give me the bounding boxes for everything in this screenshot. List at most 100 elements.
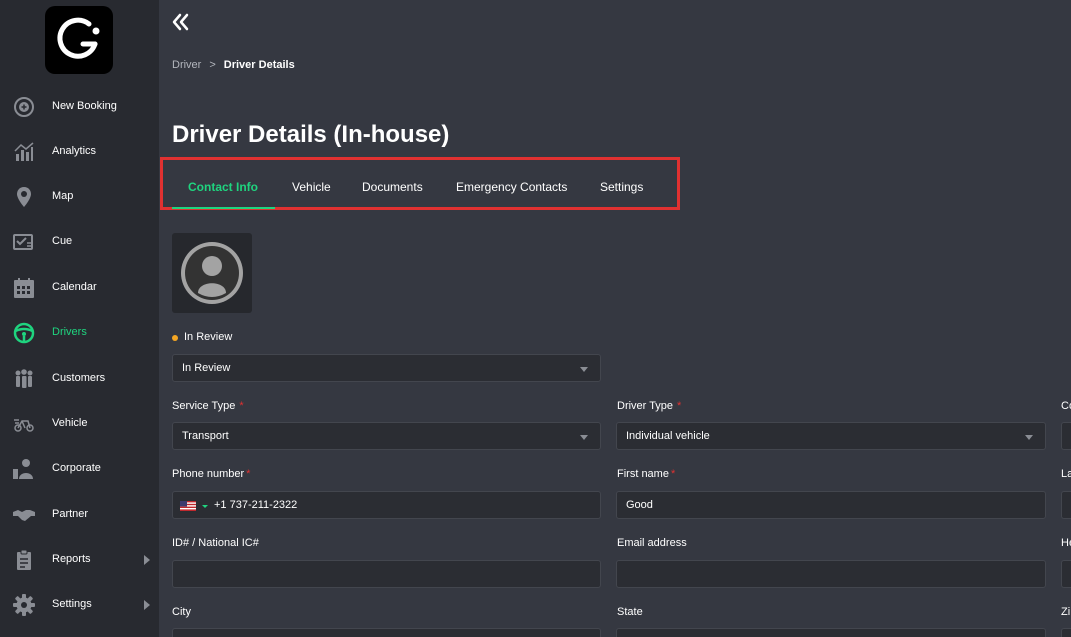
sidebar-item-drivers[interactable]: Drivers	[0, 313, 159, 353]
first-name-value: Good	[626, 499, 653, 511]
phone-value: +1 737-211-2322	[214, 499, 298, 511]
sidebar-item-label: Vehicle	[52, 417, 88, 429]
calendar-icon	[14, 278, 34, 298]
phone-label-text: Phone number	[172, 468, 245, 480]
status-label: In Review	[184, 331, 233, 343]
breadcrumb-separator: >	[209, 59, 216, 71]
col3-row1-label: Co	[1061, 400, 1071, 412]
col3-row2-input[interactable]	[1061, 491, 1071, 519]
avatar[interactable]	[172, 233, 252, 313]
sidebar-item-new-booking[interactable]: New Booking	[0, 87, 159, 127]
sidebar-item-calendar[interactable]: Calendar	[0, 268, 159, 308]
main-content: Driver > Driver Details Driver Details (In…	[159, 0, 1071, 637]
steering-wheel-icon	[13, 322, 35, 344]
sidebar-item-map[interactable]: Map	[0, 177, 159, 217]
col3-row3-label: He	[1061, 537, 1071, 549]
driver-type-label-text: Driver Type	[617, 400, 674, 412]
sidebar-item-label: Calendar	[52, 281, 97, 293]
required-asterisk: *	[239, 400, 244, 412]
sidebar-item-corporate[interactable]: Corporate	[0, 449, 159, 489]
state-input[interactable]	[616, 628, 1046, 637]
sidebar-item-label: Map	[52, 190, 74, 202]
app-logo[interactable]	[45, 6, 113, 74]
map-pin-icon	[17, 187, 31, 207]
sidebar-item-label: Customers	[52, 372, 106, 384]
tab-emergency-contacts[interactable]: Emergency Contacts	[456, 180, 567, 194]
email-label: Email address	[617, 537, 687, 549]
page-title: Driver Details (In-house)	[172, 121, 450, 148]
city-label: City	[172, 606, 191, 618]
sidebar-item-settings[interactable]: Settings	[0, 585, 159, 625]
breadcrumb-driver-link[interactable]: Driver	[172, 59, 201, 71]
sidebar-item-customers[interactable]: Customers	[0, 359, 159, 399]
email-input[interactable]	[616, 560, 1046, 588]
customers-icon	[15, 369, 33, 388]
city-input[interactable]	[172, 628, 601, 637]
analytics-icon	[14, 142, 34, 161]
tab-documents[interactable]: Documents	[362, 180, 423, 194]
col3-row3-input[interactable]	[1061, 560, 1071, 588]
service-type-label-text: Service Type	[172, 400, 236, 412]
driver-type-value: Individual vehicle	[626, 430, 710, 442]
corporate-icon	[13, 459, 33, 479]
sidebar: New Booking Analytics Map Cue Calendar D…	[0, 0, 159, 637]
driver-type-label: Driver Type *	[617, 400, 681, 412]
required-asterisk: *	[246, 468, 251, 480]
sidebar-item-label: Analytics	[52, 145, 97, 157]
sidebar-item-label: Reports	[52, 553, 91, 565]
col3-row2-label: La	[1061, 468, 1071, 480]
gear-icon	[13, 594, 35, 616]
breadcrumb: Driver > Driver Details	[172, 59, 295, 71]
chevron-down-icon	[580, 435, 588, 440]
status-dot	[172, 335, 178, 341]
sidebar-item-label: Partner	[52, 508, 89, 520]
sidebar-item-cue[interactable]: Cue	[0, 222, 159, 262]
first-name-label: First name *	[617, 468, 675, 480]
chevron-right-icon	[144, 555, 150, 565]
state-label: State	[617, 606, 643, 618]
chevron-down-icon	[1025, 435, 1033, 440]
phone-input[interactable]: +1 737-211-2322	[172, 491, 601, 519]
sidebar-item-label: Settings	[52, 598, 92, 610]
status-select[interactable]: In Review	[172, 354, 601, 382]
id-number-label: ID# / National IC#	[172, 537, 259, 549]
phone-label: Phone number *	[172, 468, 250, 480]
chevron-down-icon	[580, 367, 588, 372]
reports-icon	[17, 549, 31, 570]
country-caret-icon[interactable]	[202, 505, 208, 508]
sidebar-item-label: Cue	[52, 235, 73, 247]
service-type-value: Transport	[182, 430, 229, 442]
col3-row4-label: Zi	[1061, 606, 1071, 618]
sidebar-item-analytics[interactable]: Analytics	[0, 132, 159, 172]
tab-contact-info[interactable]: Contact Info	[188, 180, 258, 194]
double-chevron-left-icon[interactable]	[169, 10, 193, 34]
active-tab-indicator	[172, 207, 275, 209]
tab-vehicle[interactable]: Vehicle	[292, 180, 331, 194]
handshake-icon	[13, 510, 35, 521]
required-asterisk: *	[677, 400, 682, 412]
breadcrumb-current: Driver Details	[223, 59, 295, 71]
first-name-label-text: First name	[617, 468, 669, 480]
col3-row4-input[interactable]	[1061, 628, 1071, 637]
required-asterisk: *	[670, 468, 676, 480]
sidebar-item-vehicle[interactable]: Vehicle	[0, 404, 159, 444]
first-name-input[interactable]: Good	[616, 491, 1046, 519]
logo-icon	[57, 17, 100, 59]
driver-type-select[interactable]: Individual vehicle	[616, 422, 1046, 450]
chevron-right-icon	[144, 600, 150, 610]
service-type-label: Service Type *	[172, 400, 244, 412]
sidebar-item-label: New Booking	[52, 100, 117, 112]
us-flag-icon[interactable]	[180, 501, 196, 511]
sidebar-item-partner[interactable]: Partner	[0, 495, 159, 535]
vehicle-icon	[14, 419, 34, 432]
sidebar-item-label: Corporate	[52, 462, 101, 474]
user-avatar-icon	[181, 242, 243, 304]
col3-row1-input[interactable]	[1061, 422, 1071, 450]
id-number-input[interactable]	[172, 560, 601, 588]
tab-settings[interactable]: Settings	[600, 180, 643, 194]
cue-icon	[13, 234, 33, 250]
plus-circle-icon	[14, 97, 34, 117]
status-select-value: In Review	[182, 362, 231, 374]
sidebar-item-reports[interactable]: Reports	[0, 540, 159, 580]
service-type-select[interactable]: Transport	[172, 422, 601, 450]
